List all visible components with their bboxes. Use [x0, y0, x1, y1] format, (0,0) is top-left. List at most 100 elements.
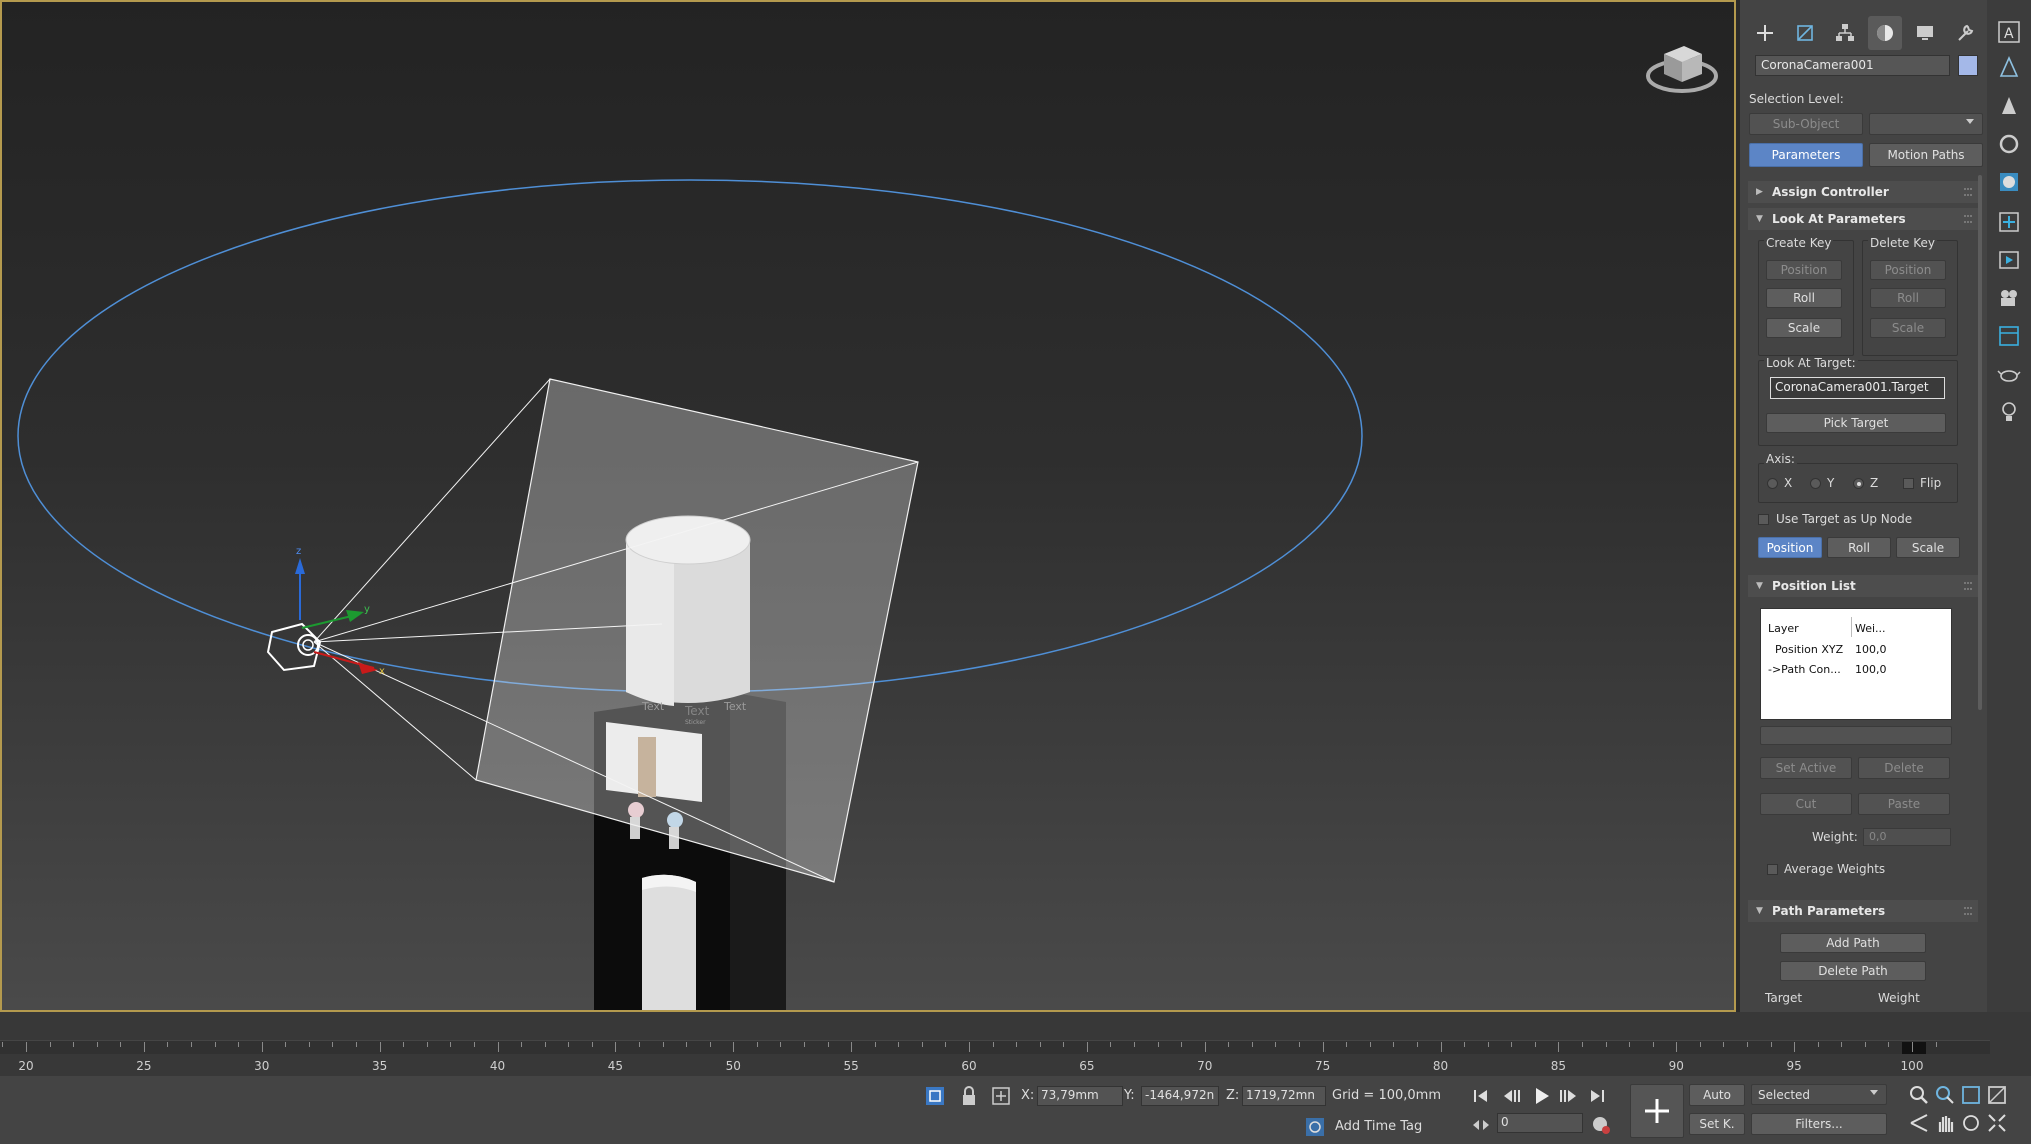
position-list-box[interactable]: Layer Wei... Position XYZ 100,0 ->Path C…: [1760, 608, 1952, 720]
selection-set-dropdown[interactable]: Selected: [1751, 1084, 1887, 1105]
time-tag-icon[interactable]: [1304, 1116, 1326, 1138]
zoom-all-icon[interactable]: [1934, 1084, 1956, 1106]
sub-object-button[interactable]: Sub-Object: [1749, 113, 1863, 135]
refresh-icon[interactable]: [1997, 132, 2021, 156]
timeline-tick: [1181, 1042, 1183, 1047]
delete-scale-key-button[interactable]: Scale: [1870, 318, 1946, 338]
layer-name-field[interactable]: [1760, 726, 1952, 745]
transform-gizmo[interactable]: z y x: [295, 546, 385, 677]
walk-through-icon[interactable]: [1960, 1112, 1982, 1134]
scene-explorer-icon[interactable]: A: [1997, 20, 2021, 44]
auto-key-button[interactable]: Auto: [1689, 1084, 1745, 1106]
x-coord-field[interactable]: 73,79mm: [1037, 1086, 1123, 1106]
object-name-field[interactable]: CoronaCamera001: [1755, 55, 1950, 76]
key-mode-toggle-icon[interactable]: [1470, 1114, 1492, 1136]
zoom-icon[interactable]: [1908, 1084, 1930, 1106]
lock-icon[interactable]: [958, 1085, 980, 1107]
layout-icon[interactable]: [1997, 324, 2021, 348]
delete-layer-button[interactable]: Delete: [1858, 757, 1950, 779]
lightbulb-icon[interactable]: [1997, 400, 2021, 424]
utilities-tab-icon[interactable]: [1948, 16, 1982, 50]
timeline-tick: [1817, 1042, 1819, 1047]
render-setup-icon[interactable]: [1997, 210, 2021, 234]
set-key-button[interactable]: Set K.: [1689, 1113, 1745, 1135]
play-icon[interactable]: [1530, 1085, 1552, 1107]
axis-x-radio[interactable]: [1767, 478, 1778, 489]
perspective-viewport[interactable]: Text Sticker Text Text z y: [0, 0, 1736, 1012]
parameters-button[interactable]: Parameters: [1749, 143, 1863, 167]
mode-roll-button[interactable]: Roll: [1827, 537, 1891, 558]
field-of-view-icon[interactable]: [1908, 1112, 1930, 1134]
pick-target-button[interactable]: Pick Target: [1766, 413, 1946, 433]
command-panel-scrollbar[interactable]: [1978, 175, 1982, 710]
zoom-extents-icon[interactable]: [1960, 1084, 1982, 1106]
add-path-button[interactable]: Add Path: [1780, 933, 1926, 953]
use-target-up-checkbox[interactable]: [1758, 514, 1769, 525]
timeline[interactable]: 20 25 30 35 40 45 50 55 60 65 70 75 80 85 90 95 100: [0, 1012, 2031, 1076]
absolute-mode-icon[interactable]: [990, 1085, 1012, 1107]
axis-z-radio[interactable]: [1853, 478, 1864, 489]
cut-button[interactable]: Cut: [1760, 793, 1852, 815]
look-at-parameters-rollout[interactable]: ▼ Look At Parameters: [1748, 208, 1978, 230]
timeline-tick: [1888, 1042, 1890, 1047]
current-frame-field[interactable]: 0: [1497, 1113, 1583, 1133]
maximize-viewport-icon[interactable]: [1986, 1112, 2008, 1134]
next-frame-icon[interactable]: [1558, 1085, 1580, 1107]
timeline-tick: [851, 1042, 853, 1052]
previous-frame-icon[interactable]: [1500, 1085, 1522, 1107]
list-item[interactable]: ->Path Con...: [1768, 663, 1841, 676]
teapot-icon[interactable]: [1997, 362, 2021, 386]
paste-button[interactable]: Paste: [1858, 793, 1950, 815]
mode-position-button[interactable]: Position: [1758, 537, 1822, 558]
assign-controller-rollout[interactable]: ▶ Assign Controller: [1748, 181, 1978, 203]
delete-roll-key-button[interactable]: Roll: [1870, 288, 1946, 308]
path-parameters-rollout[interactable]: ▼ Path Parameters: [1748, 900, 1978, 922]
time-slider-thumb[interactable]: [1902, 1042, 1926, 1054]
status-bar: X: 73,79mm Y: -1464,972n Z: 1719,72mn Gr…: [0, 1076, 2031, 1144]
set-active-button[interactable]: Set Active: [1760, 757, 1852, 779]
motion-paths-button[interactable]: Motion Paths: [1869, 143, 1983, 167]
motion-tab-icon[interactable]: [1868, 16, 1902, 50]
position-list-rollout[interactable]: ▼ Position List: [1748, 575, 1978, 597]
look-at-target-field[interactable]: CoronaCamera001.Target: [1770, 377, 1945, 399]
display-tab-icon[interactable]: [1908, 16, 1942, 50]
sub-object-dropdown[interactable]: [1869, 113, 1983, 135]
create-position-key-button[interactable]: Position: [1766, 260, 1842, 280]
time-configuration-icon[interactable]: [1590, 1114, 1612, 1136]
go-to-start-icon[interactable]: [1470, 1085, 1492, 1107]
zoom-extents-all-icon[interactable]: [1986, 1084, 2008, 1106]
y-coord-field[interactable]: -1464,972n: [1141, 1086, 1219, 1106]
pan-hand-icon[interactable]: [1934, 1112, 1956, 1134]
track-bar[interactable]: [0, 1040, 1990, 1054]
modify-tab-icon[interactable]: [1788, 16, 1822, 50]
create-scale-key-button[interactable]: Scale: [1766, 318, 1842, 338]
list-item[interactable]: Position XYZ: [1775, 643, 1843, 656]
add-time-tag-label[interactable]: Add Time Tag: [1335, 1119, 1422, 1134]
create-roll-key-button[interactable]: Roll: [1766, 288, 1842, 308]
render-frame-icon[interactable]: [1997, 248, 2021, 272]
scene-canvas[interactable]: Text Sticker Text Text z y: [2, 2, 1736, 1012]
create-tab-icon[interactable]: [1748, 16, 1782, 50]
tree-icon[interactable]: [1997, 56, 2021, 80]
hierarchy-tab-icon[interactable]: [1828, 16, 1862, 50]
light-tree-icon[interactable]: [1997, 94, 2021, 118]
isolate-selection-icon[interactable]: [924, 1085, 946, 1107]
axis-y-radio[interactable]: [1810, 478, 1821, 489]
corona-camera-object[interactable]: [266, 622, 322, 672]
mode-scale-button[interactable]: Scale: [1896, 537, 1960, 558]
go-to-end-icon[interactable]: [1586, 1085, 1608, 1107]
timeline-tick: [261, 1042, 263, 1052]
object-color-swatch[interactable]: [1958, 55, 1978, 76]
key-filters-button[interactable]: Filters...: [1751, 1113, 1887, 1135]
set-key-big-button[interactable]: [1630, 1084, 1684, 1138]
delete-path-button[interactable]: Delete Path: [1780, 961, 1926, 981]
flip-checkbox[interactable]: [1903, 478, 1914, 489]
command-panel: CoronaCamera001 Selection Level: Sub-Obj…: [1740, 0, 1987, 1012]
viewcube-icon[interactable]: [1646, 46, 1718, 93]
average-weights-checkbox[interactable]: [1767, 864, 1778, 875]
delete-position-key-button[interactable]: Position: [1870, 260, 1946, 280]
weight-spinner[interactable]: 0,0: [1863, 828, 1951, 846]
video-camera-icon[interactable]: [1997, 286, 2021, 310]
material-editor-icon[interactable]: [1997, 170, 2021, 194]
z-coord-field[interactable]: 1719,72mn: [1242, 1086, 1326, 1106]
